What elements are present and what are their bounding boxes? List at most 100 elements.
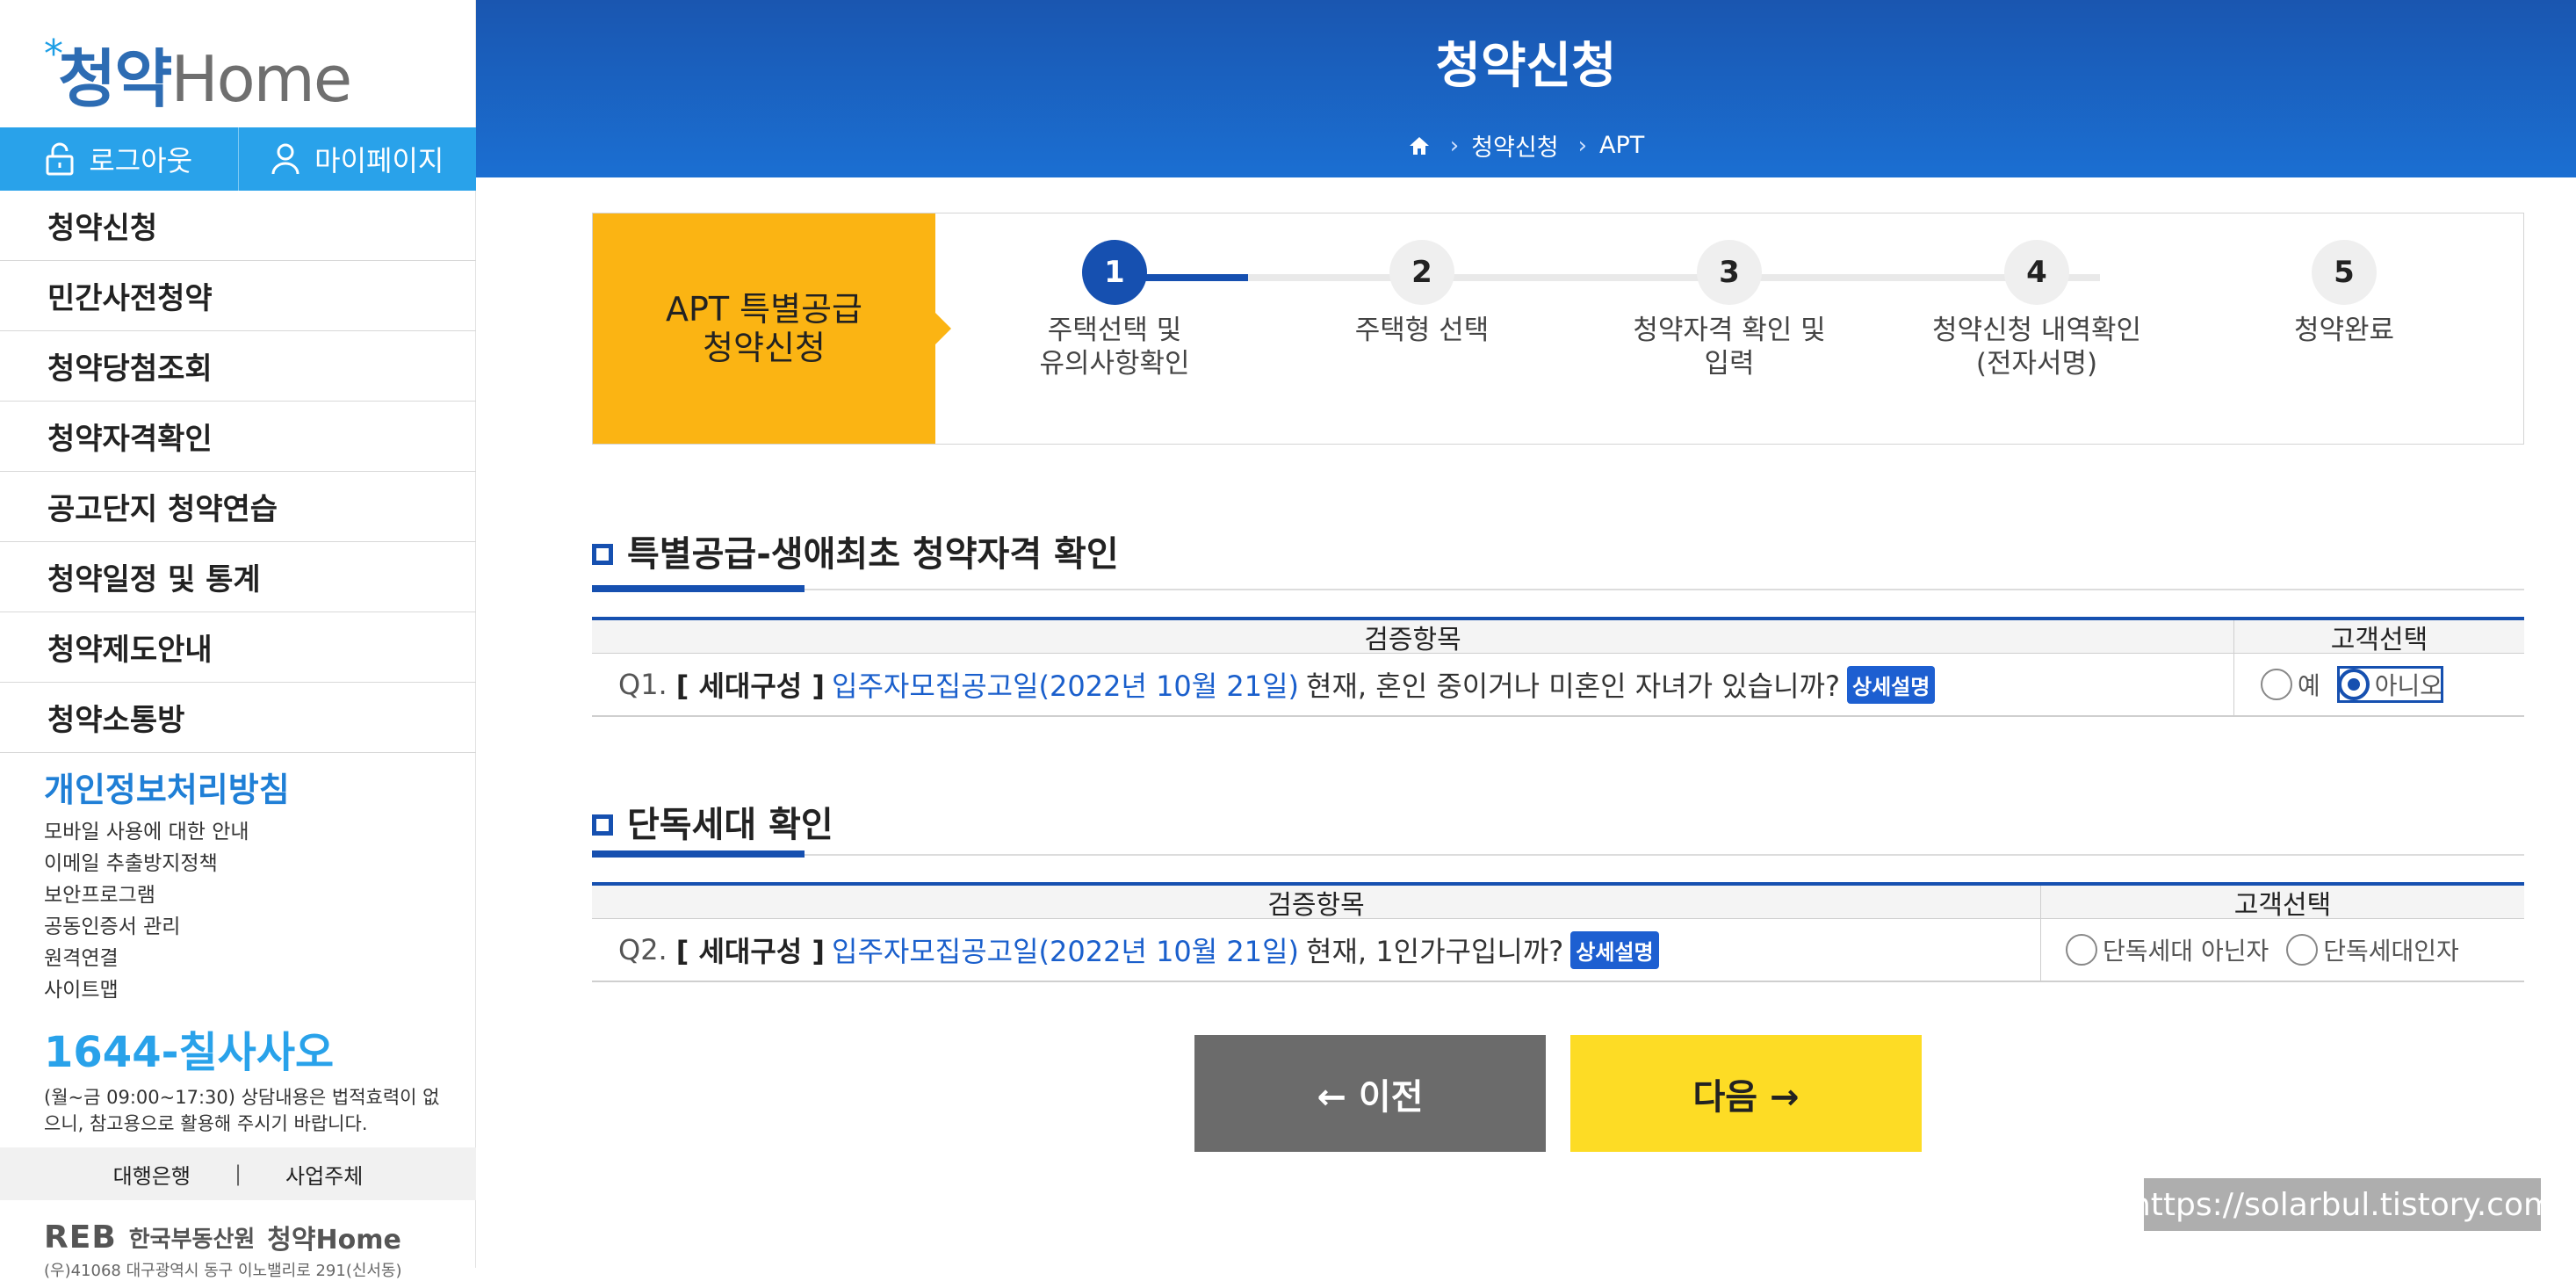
chevron-right-icon: › [1577,132,1587,159]
breadcrumb-item-apply[interactable]: 청약신청 [1471,128,1558,163]
privacy-link-security[interactable]: 보안프로그램 [44,879,290,911]
table-row: Q2. [ 세대구성 ] 입주자모집공고일(2022년 10월 21일) 현재,… [592,919,2524,982]
step-3: 3 청약자격 확인 및 입력 [1598,240,1861,380]
step-banner: APT 특별공급 청약신청 [593,214,951,444]
step-2: 2 주택형 선택 [1290,240,1554,347]
table-row: Q1. [ 세대구성 ] 입주자모집공고일(2022년 10월 21일) 현재,… [592,654,2524,717]
sidebar-item-schedule[interactable]: 청약일정 및 통계 [0,542,476,612]
bottom-links: 대행은행 | 사업주체 [0,1147,476,1200]
section-title-text: 단독세대 확인 [627,805,833,845]
step-label: 청약완료 [2293,315,2395,346]
business-entity-link[interactable]: 사업주체 [285,1159,363,1190]
step-label: (전자서명) [1975,348,2098,380]
breadcrumb-item-apt[interactable]: APT [1599,132,1644,159]
privacy-link-mobile[interactable]: 모바일 사용에 대한 안내 [44,816,290,848]
radio-label: 예 [2298,671,2320,700]
prev-button[interactable]: ← 이전 [1194,1035,1546,1152]
section-divider [592,585,2524,592]
radio-single[interactable]: 단독세대인자 [2286,932,2459,967]
page-title: 청약신청 [1435,38,1617,95]
household-table: 검증항목 고객선택 Q2. [ 세대구성 ] 입주자모집공고일(2022년 10… [592,882,2524,982]
question-category: [ 세대구성 ] [675,935,826,968]
privacy-link-remote[interactable]: 원격연결 [44,943,290,974]
callcenter: 1644-칠사사오 (월~금 09:00~17:30) 상담내용은 법적효력이 … [44,1017,448,1137]
privacy-link-sitemap[interactable]: 사이트맵 [44,974,290,1006]
watermark: https://solarbul.tistory.com [2131,1178,2554,1231]
site-logo[interactable]: * 청약Home [44,32,352,116]
step-label: 입력 [1704,348,1755,380]
next-button[interactable]: 다음 → [1570,1035,1922,1152]
step-number: 3 [1697,240,1762,305]
step-number: 4 [2004,240,2069,305]
square-bullet-icon [592,814,613,836]
question-text: 현재, 혼인 중이거나 미혼인 자녀가 있습니까? [1306,669,1840,703]
chevron-right-icon: › [1449,132,1460,159]
column-header-item: 검증항목 [592,620,2234,655]
step-label: 청약자격 확인 및 [1633,315,1826,346]
footer-brand: 청약Home [267,1225,401,1256]
step-1: 1 주택선택 및 유의사항확인 [983,240,1246,380]
question-number: Q2. [618,933,667,966]
step-label: 청약신청 내역확인 [1931,315,2141,346]
section-title-text: 특별공급-생애최초 청약자격 확인 [627,534,1119,575]
step-number: 2 [1389,240,1454,305]
radio-button[interactable] [2286,934,2319,966]
radio-yes[interactable]: 예 [2261,667,2320,702]
mypage-label: 마이페이지 [314,144,444,177]
footer-logo: REB 한국부동산원 청약Home [44,1218,401,1256]
step-number: 1 [1082,240,1147,305]
eligibility-table: 검증항목 고객선택 Q1. [ 세대구성 ] 입주자모집공고일(2022년 10… [592,617,2524,717]
logout-button[interactable]: 로그아웃 [0,127,238,191]
privacy-link-email[interactable]: 이메일 추출방지정책 [44,848,290,879]
sidebar-item-apply[interactable]: 청약신청 [0,191,476,261]
reb-logo: REB [44,1219,117,1256]
home-icon[interactable] [1408,135,1431,156]
step-5: 5 청약완료 [2212,240,2476,347]
step-label: 주택선택 및 [1047,315,1182,346]
step-banner-line2: 청약신청 [703,329,826,367]
sidebar: * 청약Home 로그아웃 마이페이지 청약신청 민간사전청약 청약당첨조회 청… [0,0,476,1280]
auth-bar: 로그아웃 마이페이지 [0,127,476,191]
breadcrumb: › 청약신청 › APT [476,128,2576,163]
step-4: 4 청약신청 내역확인 (전자서명) [1905,240,2168,380]
question-date: 입주자모집공고일(2022년 10월 21일) [832,935,1300,968]
detail-button[interactable]: 상세설명 [1570,930,1659,969]
privacy-link-certificate[interactable]: 공동인증서 관리 [44,911,290,943]
step-banner-line1: APT 특별공급 [665,290,863,329]
detail-button[interactable]: 상세설명 [1846,665,1936,704]
page-header: 청약신청 › 청약신청 › APT [476,0,2576,177]
choice-cell: 예 아니오 [2234,654,2524,715]
privacy-policy-link[interactable]: 개인정보처리방침 [44,763,290,811]
table-header: 검증항목 고객선택 [592,886,2524,921]
radio-button[interactable] [2261,669,2292,700]
radio-button[interactable] [2066,934,2097,966]
radio-no[interactable]: 아니오 [2336,666,2444,703]
question-category: [ 세대구성 ] [675,669,826,703]
user-icon [271,143,299,175]
column-header-choice: 고객선택 [2233,889,2332,921]
sidebar-menu: 청약신청 민간사전청약 청약당첨조회 청약자격확인 공고단지 청약연습 청약일정… [0,191,476,753]
mypage-button[interactable]: 마이페이지 [237,127,477,191]
square-bullet-icon [592,544,613,565]
sidebar-item-eligibility[interactable]: 청약자격확인 [0,402,476,472]
section-title-single-household: 단독세대 확인 [592,796,833,847]
sidebar-item-community[interactable]: 청약소통방 [0,683,476,753]
column-header-item: 검증항목 [592,886,2041,921]
sidebar-item-guide[interactable]: 청약제도안내 [0,612,476,683]
step-number: 5 [2312,240,2377,305]
logout-label: 로그아웃 [89,144,193,177]
logo-main-text: 청약 [58,41,172,116]
callcenter-phone: 1644-칠사사오 [44,1028,335,1077]
column-header-choice: 고객선택 [2330,624,2428,655]
agent-bank-link[interactable]: 대행은행 [113,1159,191,1190]
sidebar-item-practice[interactable]: 공고단지 청약연습 [0,472,476,542]
sidebar-item-pre-apply[interactable]: 민간사전청약 [0,261,476,331]
section-title-first-time: 특별공급-생애최초 청약자격 확인 [592,525,1119,576]
radio-label: 단독세대인자 [2323,937,2459,966]
radio-not-single[interactable]: 단독세대 아닌자 [2066,932,2269,967]
divider: | [234,1162,242,1186]
sidebar-item-winner-check[interactable]: 청약당첨조회 [0,331,476,402]
footer-address: (우)41068 대구광역시 동구 이노밸리로 291(신서동) [44,1262,402,1280]
question-cell: Q2. [ 세대구성 ] 입주자모집공고일(2022년 10월 21일) 현재,… [592,919,2041,981]
radio-button-checked[interactable] [2337,669,2370,700]
